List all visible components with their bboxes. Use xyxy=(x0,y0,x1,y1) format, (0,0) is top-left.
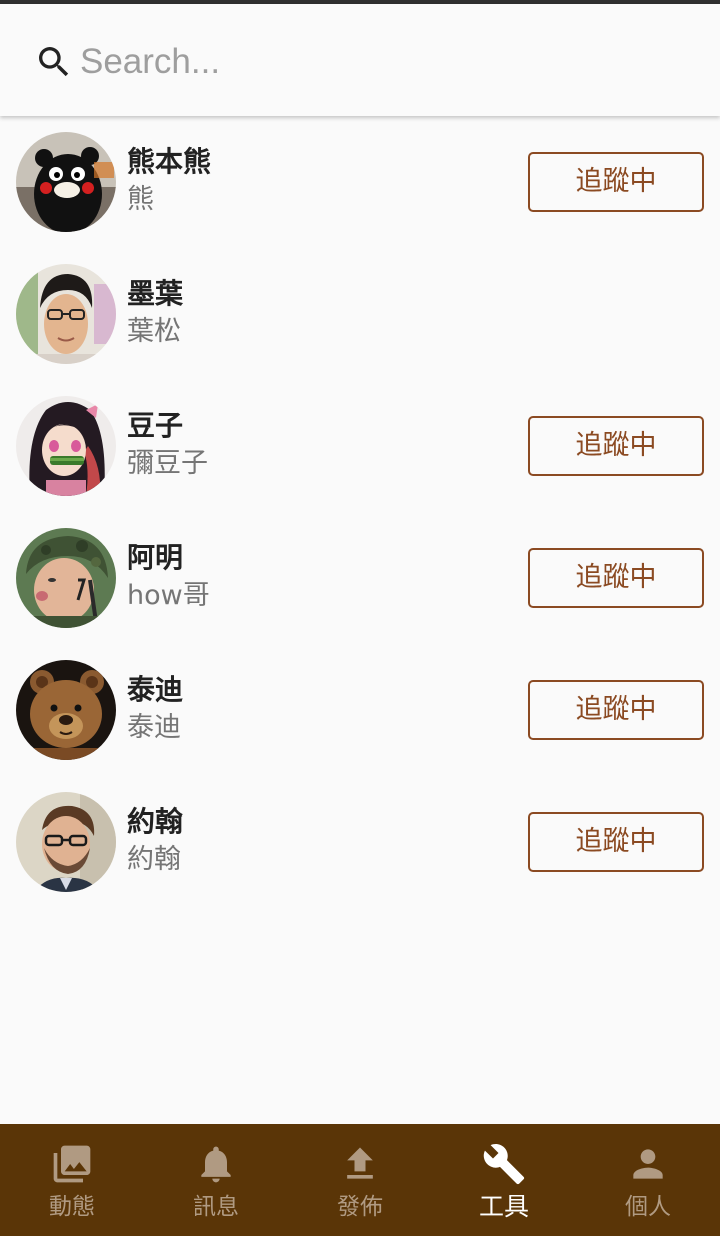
person-icon xyxy=(633,1149,663,1179)
user-handle: 熊 xyxy=(127,184,154,215)
user-list: 熊本熊 熊 追蹤中 墨葉 葉松 豆子 彌豆子 追蹤中 阿明 how哥 追蹤中 泰… xyxy=(0,116,720,908)
upload-icon xyxy=(347,1147,373,1179)
avatar[interactable] xyxy=(16,528,116,628)
anime-girl-avatar xyxy=(16,396,116,496)
kumamon-avatar xyxy=(16,132,116,232)
user-row[interactable]: 熊本熊 熊 追蹤中 xyxy=(0,116,720,248)
user-handle: 泰迪 xyxy=(127,712,181,743)
search-bar xyxy=(0,4,720,116)
user-row[interactable]: 約翰 約翰 追蹤中 xyxy=(0,776,720,908)
avatar[interactable] xyxy=(16,132,116,232)
man-glasses-avatar xyxy=(16,264,116,364)
user-name: 墨葉 xyxy=(127,277,184,310)
avatar[interactable] xyxy=(16,792,116,892)
user-row[interactable]: 豆子 彌豆子 追蹤中 xyxy=(0,380,720,512)
nav-label: 工具 xyxy=(478,1192,529,1221)
nav-item-publish[interactable]: 發佈 xyxy=(288,1124,432,1236)
user-handle: 約翰 xyxy=(127,844,181,875)
avatar[interactable] xyxy=(16,264,116,364)
user-row[interactable]: 墨葉 葉松 xyxy=(0,248,720,380)
nav-item-profile[interactable]: 個人 xyxy=(576,1124,720,1236)
following-button[interactable]: 追蹤中 xyxy=(528,812,704,872)
soldier-avatar xyxy=(16,528,116,628)
wrench-icon xyxy=(483,1144,525,1185)
nav-item-feed[interactable]: 動態 xyxy=(0,1124,144,1236)
bell-icon xyxy=(201,1146,231,1183)
user-name: 豆子 xyxy=(127,409,184,442)
following-button[interactable]: 追蹤中 xyxy=(528,416,704,476)
nav-label: 發佈 xyxy=(337,1194,383,1220)
teddy-bear-avatar xyxy=(16,660,116,760)
nav-label: 個人 xyxy=(625,1194,671,1220)
user-handle: how哥 xyxy=(127,580,210,611)
bottom-navigation: 動態 訊息 發佈 工具 個人 xyxy=(0,1124,720,1236)
avatar[interactable] xyxy=(16,396,116,496)
following-button[interactable]: 追蹤中 xyxy=(528,548,704,608)
photo-library-icon xyxy=(53,1145,91,1183)
following-button[interactable]: 追蹤中 xyxy=(528,680,704,740)
user-handle: 彌豆子 xyxy=(127,448,208,479)
user-row[interactable]: 泰迪 泰迪 追蹤中 xyxy=(0,644,720,776)
avatar[interactable] xyxy=(16,660,116,760)
nav-label: 動態 xyxy=(49,1194,95,1220)
search-input[interactable] xyxy=(80,34,680,90)
bearded-man-avatar xyxy=(16,792,116,892)
nav-item-tools[interactable]: 工具 xyxy=(432,1124,576,1236)
user-name: 熊本熊 xyxy=(127,145,212,178)
user-row[interactable]: 阿明 how哥 追蹤中 xyxy=(0,512,720,644)
nav-item-notifications[interactable]: 訊息 xyxy=(144,1124,288,1236)
user-name: 泰迪 xyxy=(127,673,184,706)
following-button[interactable]: 追蹤中 xyxy=(528,152,704,212)
user-name: 約翰 xyxy=(127,805,184,838)
user-name: 阿明 xyxy=(127,541,184,574)
user-handle: 葉松 xyxy=(127,316,181,347)
search-icon xyxy=(39,47,69,77)
nav-label: 訊息 xyxy=(193,1194,239,1220)
